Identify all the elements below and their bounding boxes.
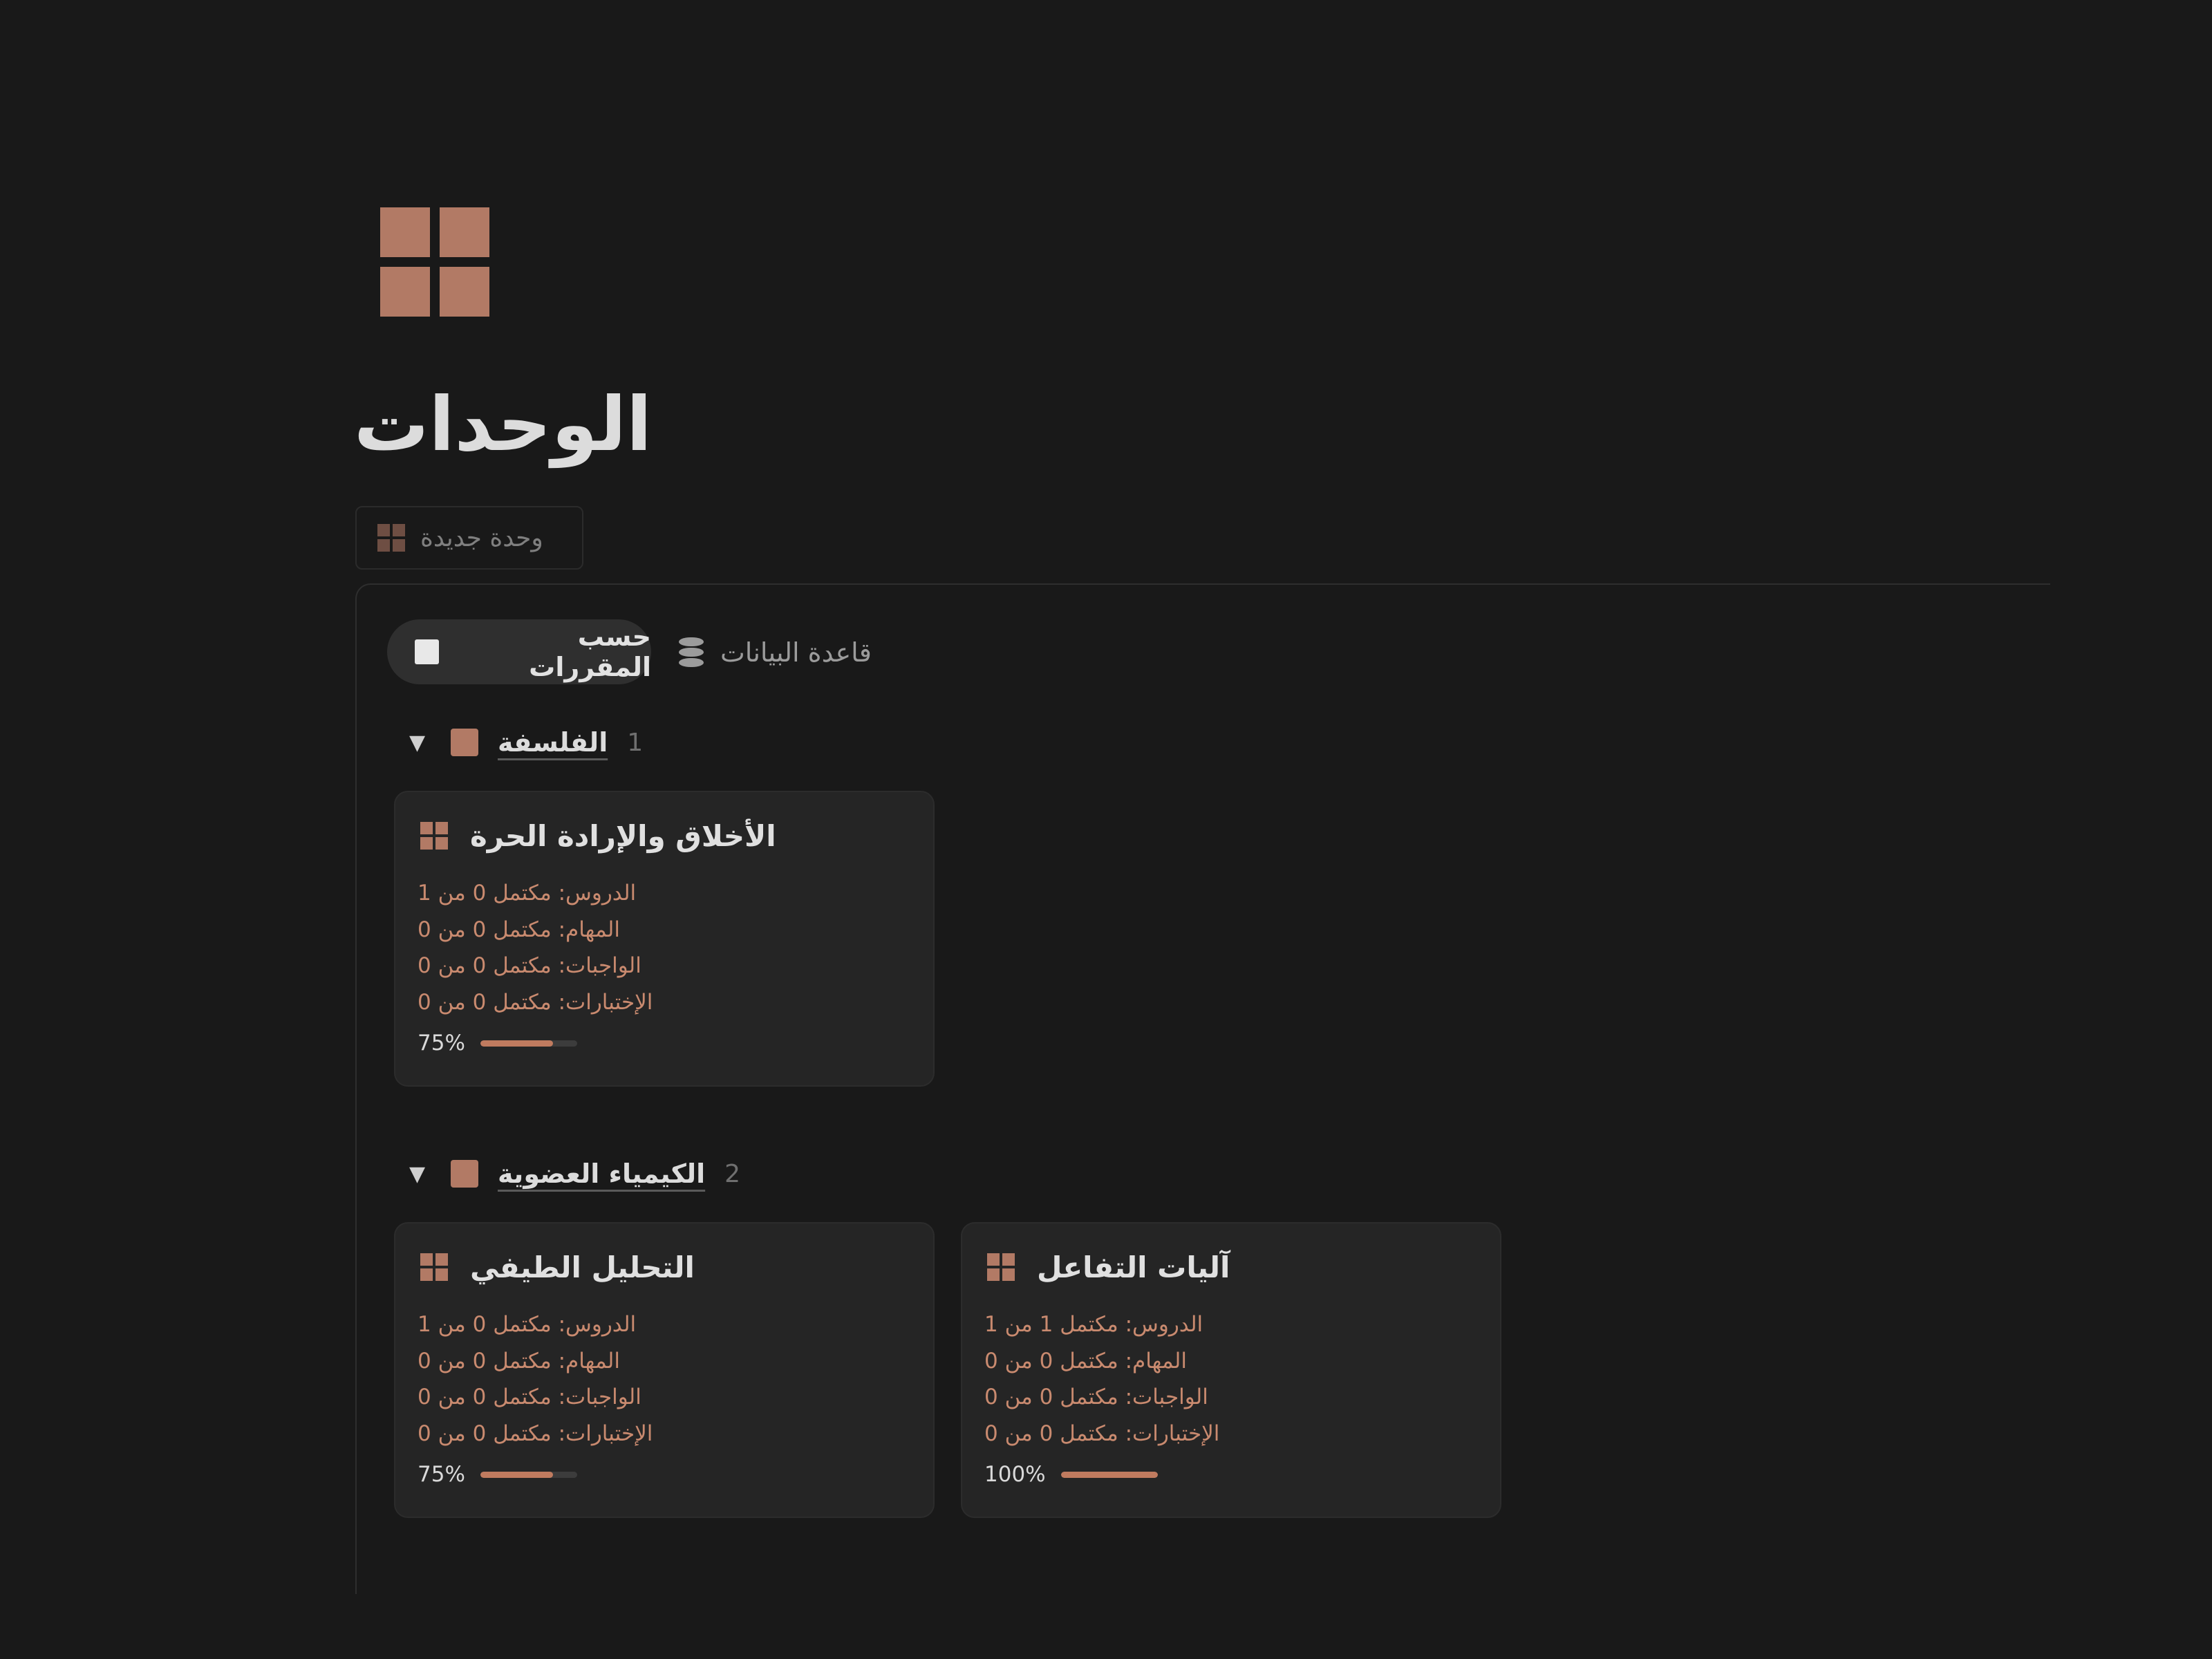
exams-stat: الإختبارات: مكتمل 0 من 0 bbox=[984, 1421, 1220, 1446]
group-header-philosophy[interactable]: ▼ الفلسفة 1 bbox=[409, 715, 643, 770]
group-count: 1 bbox=[627, 728, 644, 757]
unit-card[interactable]: آليات التفاعل الدروس: مكتمل 1 من 1 المها… bbox=[961, 1222, 1501, 1518]
new-unit-label: وحدة جديدة bbox=[420, 523, 543, 552]
collapse-triangle-icon[interactable]: ▼ bbox=[409, 1162, 431, 1186]
progress-bar bbox=[480, 1040, 577, 1047]
four-squares-grid-icon bbox=[420, 822, 448, 850]
four-squares-grid-icon bbox=[420, 1253, 448, 1281]
progress-row: 100% bbox=[984, 1457, 1158, 1492]
collapse-triangle-icon[interactable]: ▼ bbox=[409, 731, 431, 755]
group-color-swatch bbox=[451, 1160, 478, 1188]
database-icon bbox=[677, 636, 705, 669]
progress-row: 75% bbox=[418, 1026, 577, 1060]
progress-bar bbox=[1060, 1471, 1158, 1478]
progress-bar bbox=[480, 1471, 577, 1478]
page-grid-icon bbox=[380, 207, 489, 317]
exams-stat: الإختبارات: مكتمل 0 من 0 bbox=[418, 989, 653, 1015]
lessons-stat: الدروس: مكتمل 1 من 1 bbox=[984, 1312, 1203, 1337]
group-name[interactable]: الكيمياء العضوية bbox=[498, 1159, 705, 1189]
tab-by-courses[interactable]: حسب المقررات bbox=[387, 619, 651, 684]
new-unit-button[interactable]: وحدة جديدة bbox=[355, 506, 583, 570]
progress-bar-fill bbox=[480, 1471, 553, 1478]
unit-card[interactable]: الأخلاق والإرادة الحرة الدروس: مكتمل 0 م… bbox=[394, 791, 935, 1087]
unit-card[interactable]: التحليل الطيفي الدروس: مكتمل 0 من 1 المه… bbox=[394, 1222, 935, 1518]
tab-database[interactable]: قاعدة البيانات bbox=[677, 625, 872, 680]
assignments-stat: الواجبات: مكتمل 0 من 0 bbox=[984, 1385, 1208, 1409]
assignments-stat: الواجبات: مكتمل 0 من 0 bbox=[418, 953, 641, 978]
card-title-row: التحليل الطيفي bbox=[420, 1243, 695, 1291]
four-squares-grid-icon bbox=[377, 524, 405, 552]
progress-percent: 75% bbox=[418, 1031, 465, 1056]
tasks-stat: المهام: مكتمل 0 من 0 bbox=[418, 1348, 620, 1374]
group-count: 2 bbox=[724, 1159, 741, 1188]
four-squares-grid-icon bbox=[987, 1253, 1015, 1281]
progress-bar-fill bbox=[480, 1040, 553, 1047]
tab-by-courses-label: حسب المقررات bbox=[529, 621, 651, 682]
assignments-stat: الواجبات: مكتمل 0 من 0 bbox=[418, 1385, 641, 1409]
tab-database-label: قاعدة البيانات bbox=[720, 637, 872, 668]
group-name[interactable]: الفلسفة bbox=[498, 727, 608, 758]
square-icon bbox=[415, 639, 439, 664]
progress-percent: 75% bbox=[418, 1462, 465, 1487]
group-color-swatch bbox=[451, 729, 478, 756]
tasks-stat: المهام: مكتمل 0 من 0 bbox=[984, 1348, 1187, 1374]
card-stats: الدروس: مكتمل 0 من 1 المهام: مكتمل 0 من … bbox=[418, 875, 653, 1020]
progress-percent: 100% bbox=[984, 1462, 1046, 1487]
card-stats: الدروس: مكتمل 1 من 1 المهام: مكتمل 0 من … bbox=[984, 1306, 1219, 1452]
card-title-row: الأخلاق والإرادة الحرة bbox=[420, 812, 776, 860]
exams-stat: الإختبارات: مكتمل 0 من 0 bbox=[418, 1421, 653, 1446]
card-title: التحليل الطيفي bbox=[470, 1250, 695, 1284]
group-header-organic-chemistry[interactable]: ▼ الكيمياء العضوية 2 bbox=[409, 1146, 740, 1201]
progress-bar-fill bbox=[1060, 1471, 1158, 1478]
card-title: الأخلاق والإرادة الحرة bbox=[470, 818, 776, 853]
card-title: آليات التفاعل bbox=[1037, 1250, 1230, 1284]
lessons-stat: الدروس: مكتمل 0 من 1 bbox=[418, 1312, 637, 1337]
progress-row: 75% bbox=[418, 1457, 577, 1492]
page-title: الوحدات bbox=[354, 382, 653, 468]
lessons-stat: الدروس: مكتمل 0 من 1 bbox=[418, 881, 637, 906]
card-title-row: آليات التفاعل bbox=[987, 1243, 1230, 1291]
card-stats: الدروس: مكتمل 0 من 1 المهام: مكتمل 0 من … bbox=[418, 1306, 653, 1452]
tasks-stat: المهام: مكتمل 0 من 0 bbox=[418, 917, 620, 942]
